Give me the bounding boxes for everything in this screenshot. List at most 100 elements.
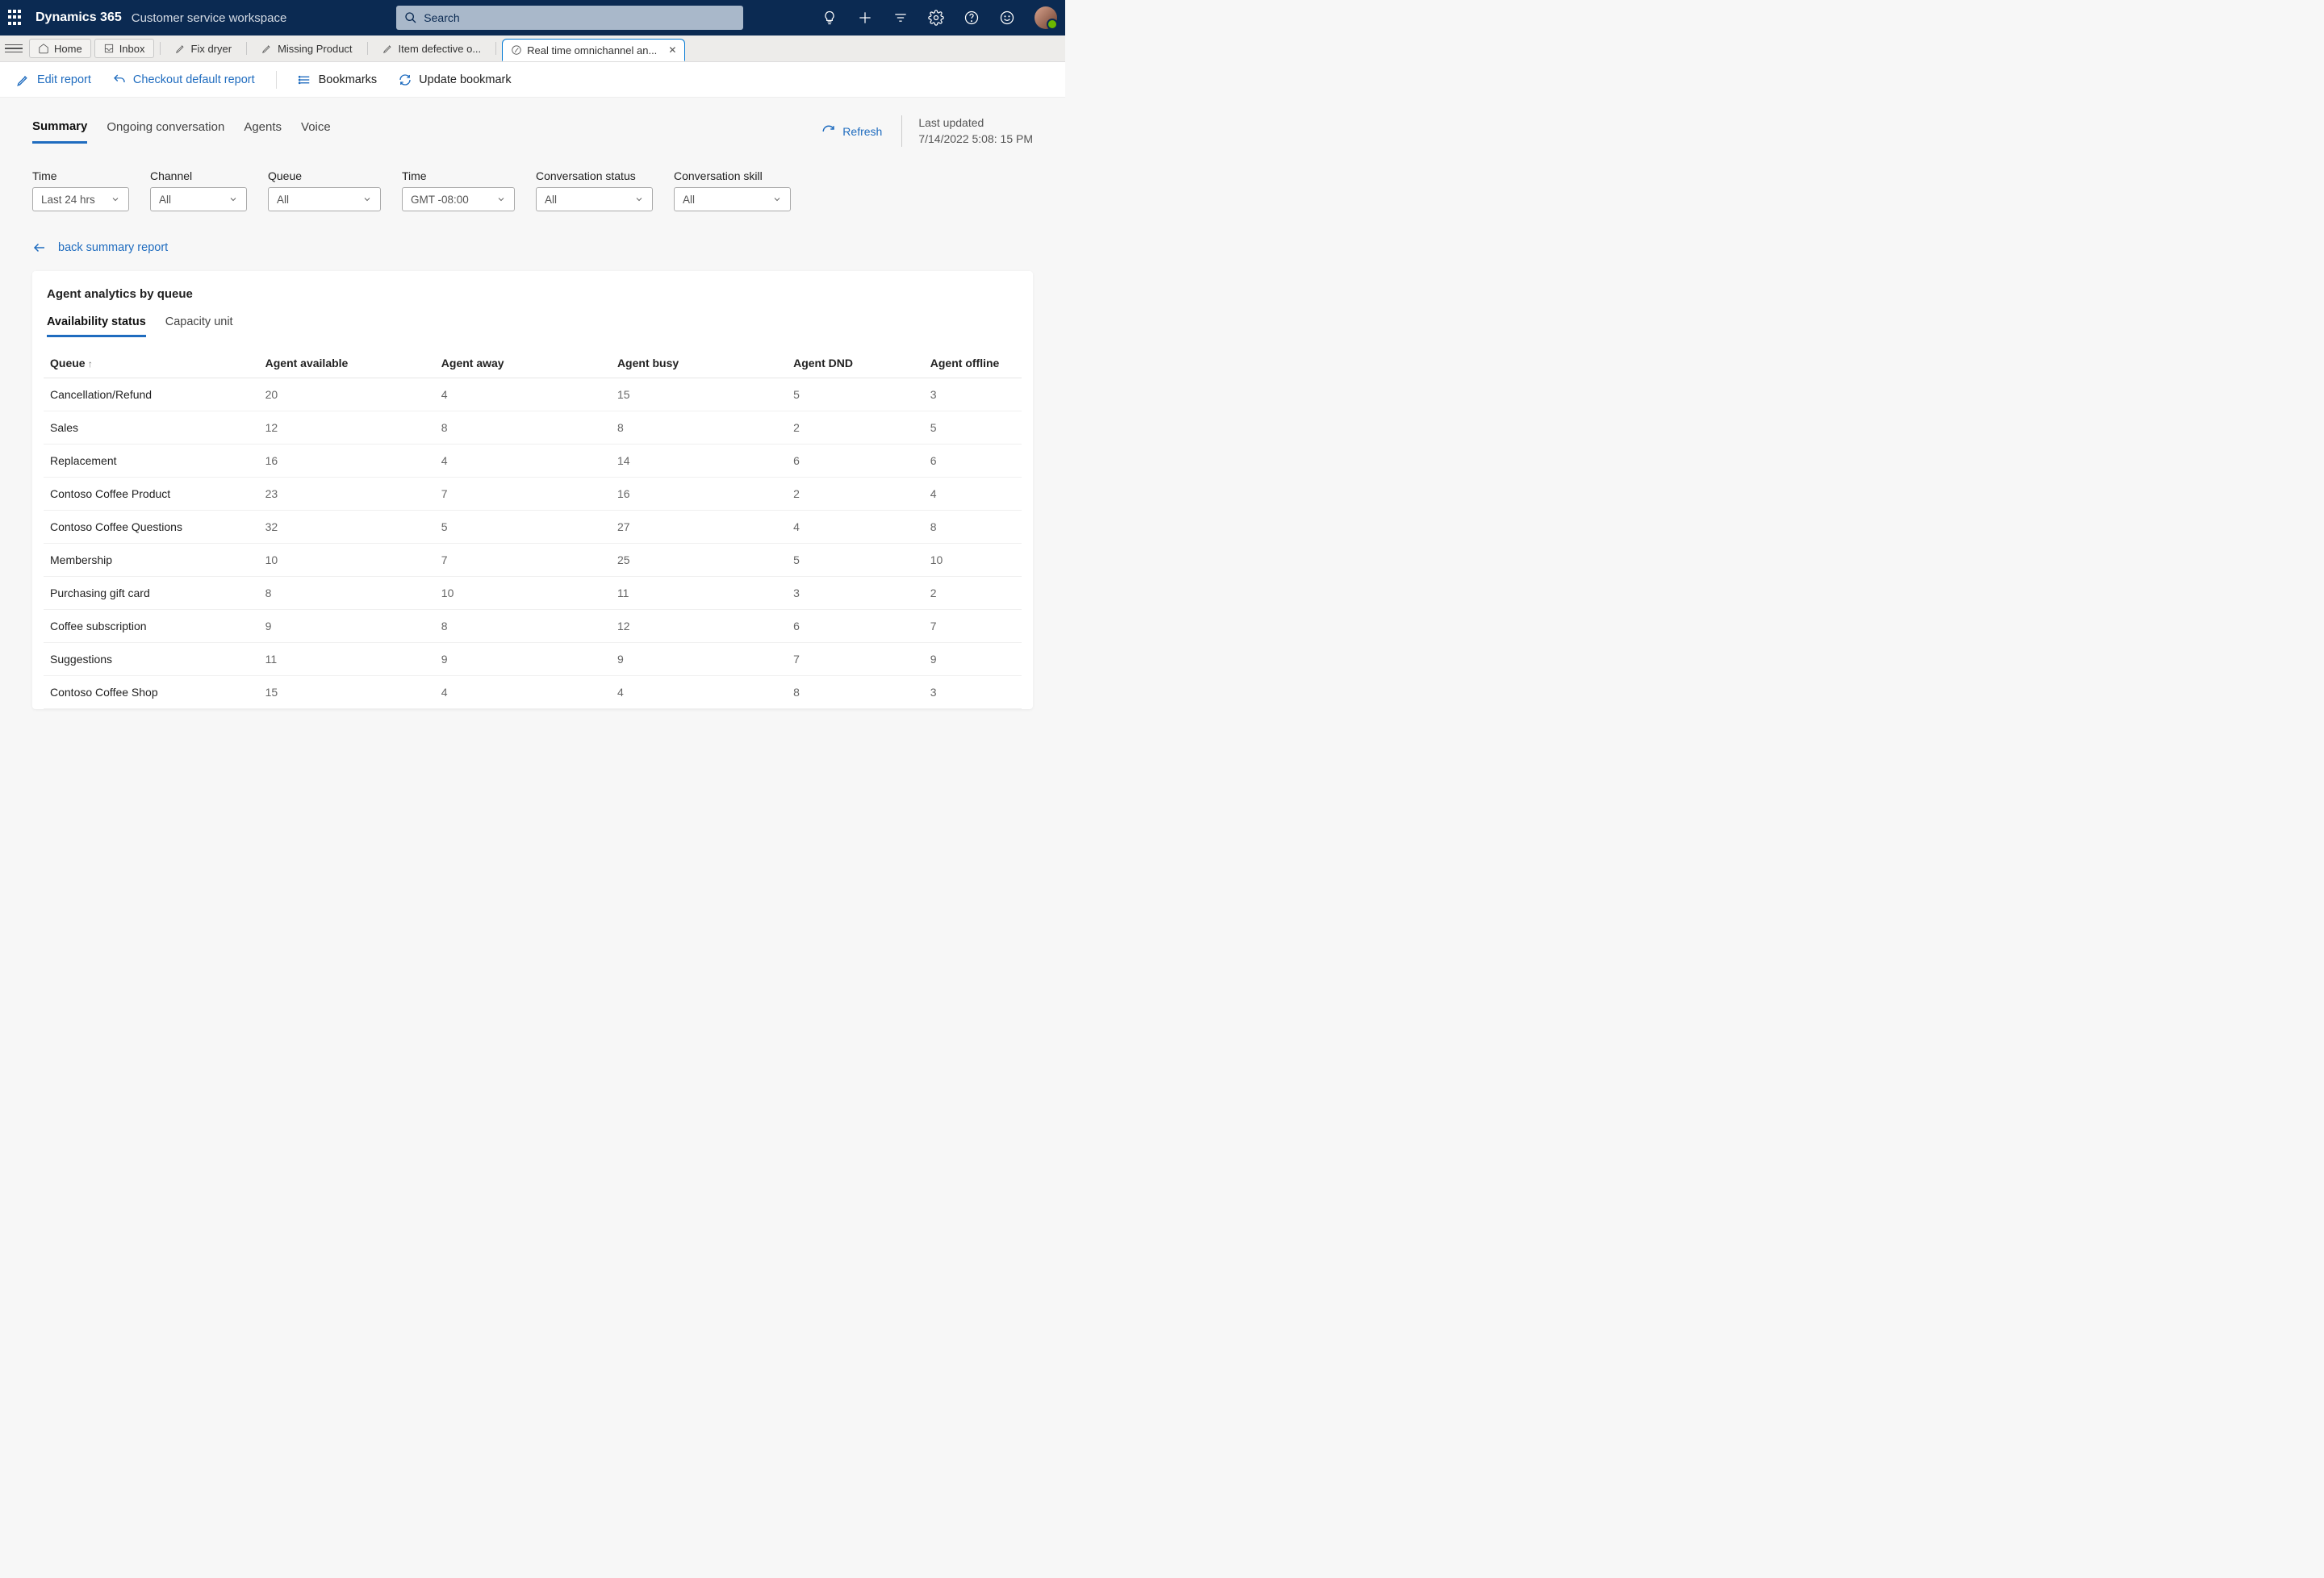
filter-skill-label: Conversation skill: [674, 169, 791, 182]
checkout-report-button[interactable]: Checkout default report: [112, 73, 255, 87]
col-agent-away[interactable]: Agent away: [435, 349, 611, 378]
tab-item-defective[interactable]: Item defective o...: [374, 39, 491, 58]
subtab-availability[interactable]: Availability status: [47, 315, 146, 337]
cell-queue: Sales: [44, 411, 259, 445]
tab-missing-product[interactable]: Missing Product: [253, 39, 361, 58]
cell-queue: Contoso Coffee Questions: [44, 511, 259, 544]
col-agent-busy[interactable]: Agent busy: [611, 349, 787, 378]
cell-value: 23: [259, 478, 435, 511]
global-search[interactable]: Search: [396, 6, 743, 30]
table-row[interactable]: Coffee subscription981267: [44, 610, 1022, 643]
filter-skill-select[interactable]: All: [674, 187, 791, 211]
tab-ongoing-conversation[interactable]: Ongoing conversation: [107, 120, 224, 142]
tab-label: Item defective o...: [399, 43, 482, 55]
app-launcher-icon[interactable]: [8, 10, 24, 26]
agent-analytics-card: Agent analytics by queue Availability st…: [32, 271, 1033, 709]
last-updated-value: 7/14/2022 5:08: 15 PM: [918, 132, 1033, 145]
table-row[interactable]: Contoso Coffee Questions3252748: [44, 511, 1022, 544]
cell-value: 8: [435, 610, 611, 643]
cell-value: 4: [435, 378, 611, 411]
back-summary-link[interactable]: back summary report: [32, 240, 1033, 255]
filter-value: All: [683, 194, 695, 206]
pencil-icon: [175, 43, 186, 54]
filter-value: All: [545, 194, 557, 206]
refresh-icon: [398, 73, 412, 87]
cell-queue: Contoso Coffee Shop: [44, 676, 259, 709]
table-row[interactable]: Sales128825: [44, 411, 1022, 445]
table-row[interactable]: Suggestions119979: [44, 643, 1022, 676]
filter-time-select[interactable]: Last 24 hrs: [32, 187, 129, 211]
help-icon[interactable]: [963, 10, 980, 26]
filter-channel-label: Channel: [150, 169, 247, 182]
cell-value: 16: [259, 445, 435, 478]
filter-icon[interactable]: [892, 10, 909, 26]
site-map-toggle[interactable]: [5, 40, 23, 57]
filter-queue-select[interactable]: All: [268, 187, 381, 211]
cell-value: 10: [259, 544, 435, 577]
settings-icon[interactable]: [928, 10, 944, 26]
col-agent-available[interactable]: Agent available: [259, 349, 435, 378]
table-row[interactable]: Contoso Coffee Shop154483: [44, 676, 1022, 709]
agent-analytics-table: Queue Agent available Agent away Agent b…: [44, 349, 1022, 709]
cell-queue: Coffee subscription: [44, 610, 259, 643]
cell-value: 9: [435, 643, 611, 676]
last-updated-label: Last updated: [918, 115, 1033, 132]
cell-value: 8: [259, 577, 435, 610]
cell-value: 9: [611, 643, 787, 676]
subtab-capacity-unit[interactable]: Capacity unit: [165, 315, 233, 337]
cell-value: 16: [611, 478, 787, 511]
tab-label: Missing Product: [278, 43, 352, 55]
filter-bar: Time Last 24 hrs Channel All Queue All T…: [32, 169, 1033, 211]
cell-value: 4: [787, 511, 924, 544]
filter-queue-label: Queue: [268, 169, 381, 182]
col-agent-offline[interactable]: Agent offline: [924, 349, 1022, 378]
cell-value: 12: [611, 610, 787, 643]
tab-inbox[interactable]: Inbox: [94, 39, 154, 58]
filter-timezone-select[interactable]: GMT -08:00: [402, 187, 515, 211]
edit-report-button[interactable]: Edit report: [16, 73, 91, 87]
feedback-icon[interactable]: [999, 10, 1015, 26]
table-row[interactable]: Contoso Coffee Product2371624: [44, 478, 1022, 511]
action-label: Edit report: [37, 73, 91, 86]
refresh-button[interactable]: Refresh: [821, 124, 882, 139]
cell-value: 6: [787, 610, 924, 643]
tab-home[interactable]: Home: [29, 39, 91, 58]
cell-queue: Suggestions: [44, 643, 259, 676]
card-title: Agent analytics by queue: [44, 287, 1022, 301]
search-icon: [404, 11, 417, 24]
user-avatar[interactable]: [1035, 6, 1057, 29]
table-row[interactable]: Cancellation/Refund2041553: [44, 378, 1022, 411]
inbox-icon: [103, 43, 115, 54]
workspace-title: Customer service workspace: [132, 11, 287, 25]
lightbulb-icon[interactable]: [821, 10, 838, 26]
filter-channel-select[interactable]: All: [150, 187, 247, 211]
arrow-left-icon: [32, 240, 47, 255]
tab-realtime-omnichannel[interactable]: Real time omnichannel an... ✕: [502, 39, 685, 61]
filter-value: All: [159, 194, 171, 206]
tab-agents[interactable]: Agents: [244, 120, 282, 142]
table-row[interactable]: Membership10725510: [44, 544, 1022, 577]
add-icon[interactable]: [857, 10, 873, 26]
tab-voice[interactable]: Voice: [301, 120, 331, 142]
tab-label: Real time omnichannel an...: [527, 44, 657, 56]
filter-timezone-label: Time: [402, 169, 515, 182]
tab-fix-dryer[interactable]: Fix dryer: [166, 39, 241, 58]
global-header: Dynamics 365 Customer service workspace …: [0, 0, 1065, 35]
table-row[interactable]: Replacement1641466: [44, 445, 1022, 478]
table-row[interactable]: Purchasing gift card8101132: [44, 577, 1022, 610]
col-agent-dnd[interactable]: Agent DND: [787, 349, 924, 378]
analytics-icon: [511, 44, 522, 56]
cell-value: 5: [435, 511, 611, 544]
tab-summary[interactable]: Summary: [32, 119, 87, 144]
cell-queue: Purchasing gift card: [44, 577, 259, 610]
last-updated: Last updated 7/14/2022 5:08: 15 PM: [901, 115, 1033, 147]
close-tab-icon[interactable]: ✕: [668, 44, 676, 56]
filter-status-select[interactable]: All: [536, 187, 653, 211]
pencil-icon: [16, 73, 31, 87]
update-bookmark-button[interactable]: Update bookmark: [398, 73, 511, 87]
undo-icon: [112, 73, 127, 87]
bookmarks-button[interactable]: Bookmarks: [298, 73, 378, 87]
back-link-label: back summary report: [58, 241, 168, 254]
cell-value: 8: [924, 511, 1022, 544]
col-queue[interactable]: Queue: [44, 349, 259, 378]
